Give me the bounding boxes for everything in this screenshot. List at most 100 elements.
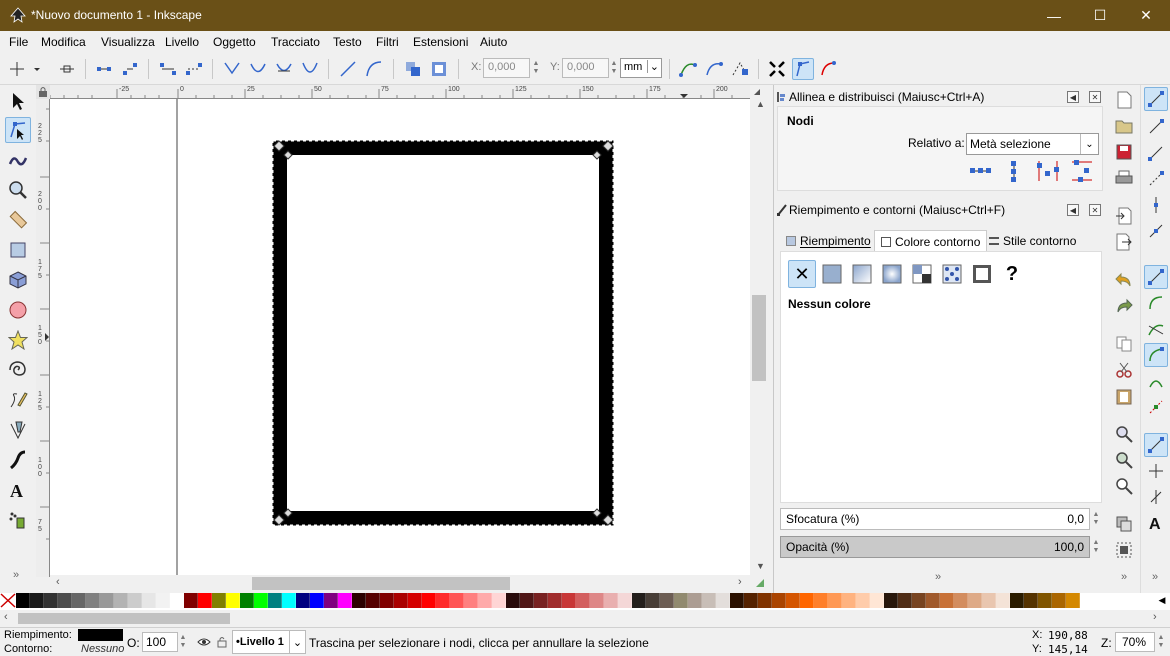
palette-swatch[interactable] [562,593,576,608]
zoom-page-icon[interactable] [1114,476,1134,496]
palette-swatch[interactable] [506,593,520,608]
paste-icon[interactable] [1114,386,1134,406]
blur-spin-icon[interactable]: ▲▼ [1091,509,1101,529]
x-spin-icon[interactable]: ▲▼ [531,58,541,78]
palette-swatches[interactable] [16,593,1154,608]
palette-swatch[interactable] [926,593,940,608]
palette-swatch[interactable] [338,593,352,608]
palette-swatch[interactable] [170,593,184,608]
object-to-path-icon[interactable] [403,59,423,79]
pencil-tool-icon[interactable] [5,387,31,413]
y-coordinate-input[interactable]: 0,000 [562,58,609,78]
palette-swatch[interactable] [716,593,730,608]
palette-swatch[interactable] [1024,593,1038,608]
close-button[interactable]: ✕ [1123,0,1169,31]
palette-swatch[interactable] [646,593,660,608]
snap-bbox-icon[interactable] [1144,115,1168,139]
opacity-status-input[interactable]: 100 [142,632,178,652]
copy-icon[interactable] [1114,334,1134,354]
palette-scrollbar[interactable]: ‹ › [0,610,1170,627]
palette-swatch[interactable] [86,593,100,608]
palette-swatch[interactable] [968,593,982,608]
distribute-nodes-horizontal-icon[interactable] [1036,159,1060,183]
distribute-nodes-vertical-icon[interactable] [1070,159,1094,183]
tab-fill[interactable]: Riempimento [780,230,877,252]
3d-box-tool-icon[interactable] [5,267,31,293]
drawing-canvas[interactable] [50,99,750,575]
palette-swatch[interactable] [590,593,604,608]
group-icon[interactable] [1114,540,1134,560]
color-palette[interactable]: ◀ [0,593,1170,610]
palette-scroll-thumb[interactable] [18,613,230,624]
palette-swatch[interactable] [814,593,828,608]
print-icon[interactable] [1114,168,1134,188]
scroll-up-icon[interactable]: ▲ [756,99,765,109]
linear-gradient-button[interactable] [848,260,876,288]
smooth-node-icon[interactable] [248,59,268,79]
palette-swatch[interactable] [912,593,926,608]
palette-swatch[interactable] [688,593,702,608]
opacity-field[interactable]: Opacità (%) 100,0 [780,536,1090,558]
break-path-icon[interactable] [120,59,140,79]
palette-swatch[interactable] [184,593,198,608]
palette-swatch[interactable] [674,593,688,608]
palette-menu-icon[interactable]: ◀ [1154,593,1170,608]
clip-path-icon[interactable] [704,59,724,79]
snap-text-baseline-icon[interactable]: A [1144,511,1168,535]
chevron-down-icon[interactable] [31,59,43,79]
snap-bbox-center-icon[interactable] [1144,219,1168,243]
snap-cusp-nodes-icon[interactable] [1144,343,1168,367]
palette-swatch[interactable] [198,593,212,608]
opacity-spin-icon[interactable]: ▲▼ [1091,537,1101,557]
snap-intersection-icon[interactable] [1144,317,1168,341]
stroke-value[interactable]: Nessuno [81,643,124,655]
opacity-status-spin-icon[interactable]: ▲▼ [178,632,188,652]
tab-stroke-style[interactable]: Stile contorno [983,230,1082,252]
menu-edit[interactable]: Modifica [41,35,86,49]
menu-text[interactable]: Testo [333,35,362,49]
panel-collapse-icon[interactable]: ◀ [1067,204,1079,216]
unset-paint-button[interactable]: ? [998,260,1026,288]
palette-swatch[interactable] [58,593,72,608]
zoom-corner-icon[interactable] [750,85,769,99]
zoom-input[interactable]: 70% [1115,632,1155,652]
no-paint-button[interactable]: ✕ [788,260,816,288]
redo-icon[interactable] [1114,296,1134,316]
palette-swatch[interactable] [72,593,86,608]
palette-swatch[interactable] [352,593,366,608]
palette-swatch[interactable] [1052,593,1066,608]
palette-none-swatch[interactable] [0,593,16,608]
layer-visibility-icon[interactable] [196,634,212,650]
palette-swatch[interactable] [282,593,296,608]
snap-toggle-icon[interactable] [754,577,766,589]
palette-swatch[interactable] [240,593,254,608]
fill-color-swatch[interactable] [78,629,123,641]
palette-swatch[interactable] [982,593,996,608]
more-snap-icon[interactable]: » [1152,571,1158,583]
palette-swatch[interactable] [492,593,506,608]
palette-swatch[interactable] [758,593,772,608]
snap-path-icon[interactable] [1144,291,1168,315]
save-icon[interactable] [1114,142,1134,162]
new-document-icon[interactable] [1114,90,1134,110]
palette-swatch[interactable] [786,593,800,608]
open-file-icon[interactable] [1114,116,1134,136]
palette-swatch[interactable] [464,593,478,608]
palette-swatch[interactable] [16,593,30,608]
snap-midpoints-icon[interactable] [1144,395,1168,419]
menu-file[interactable]: File [9,35,28,49]
x-coordinate-input[interactable]: 0,000 [483,58,530,78]
zoom-tool-icon[interactable] [5,177,31,203]
more-panels-icon[interactable]: » [935,571,941,583]
auto-smooth-node-icon[interactable] [300,59,320,79]
palette-swatch[interactable] [296,593,310,608]
maximize-button[interactable]: ☐ [1077,0,1123,31]
symmetric-node-icon[interactable] [274,59,294,79]
palette-swatch[interactable] [450,593,464,608]
palette-swatch[interactable] [114,593,128,608]
cut-icon[interactable] [1114,360,1134,380]
ellipse-tool-icon[interactable] [5,297,31,323]
palette-swatch[interactable] [128,593,142,608]
tab-stroke-paint[interactable]: Colore contorno [874,230,987,252]
palette-swatch[interactable] [1038,593,1052,608]
